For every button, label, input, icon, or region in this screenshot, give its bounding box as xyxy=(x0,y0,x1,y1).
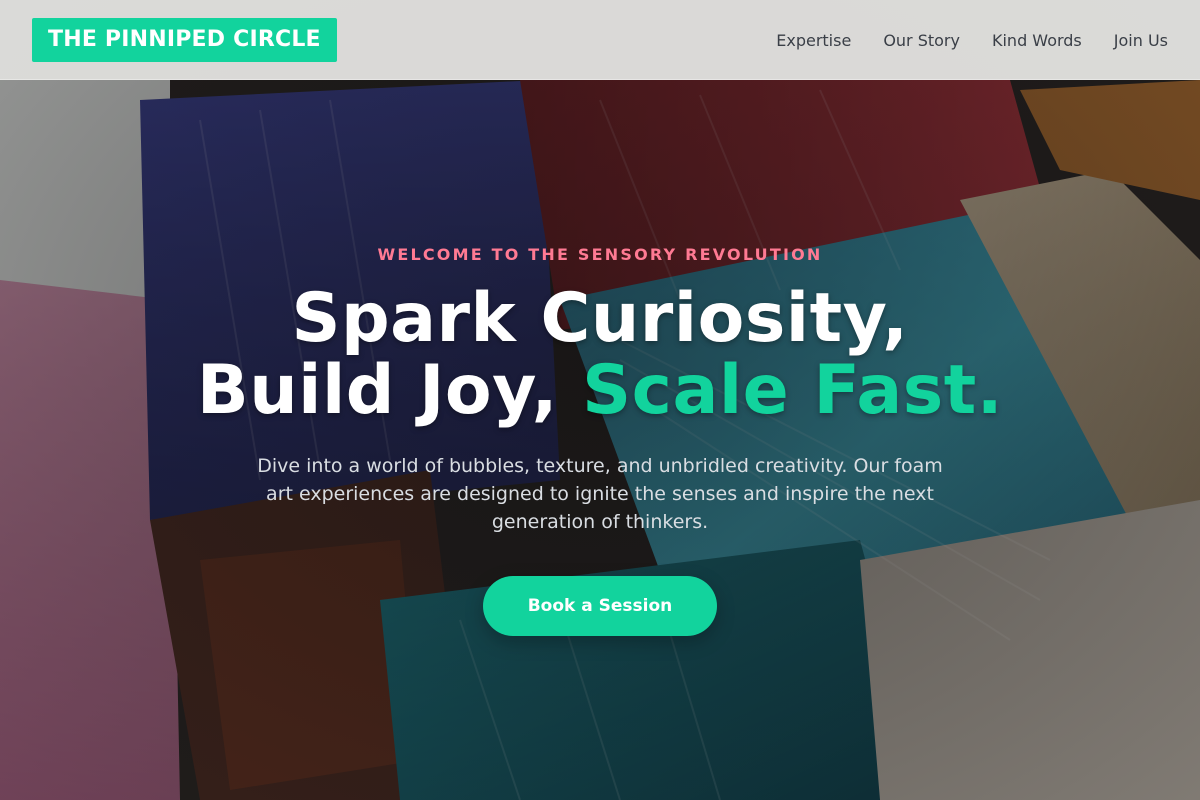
hero-section: WELCOME TO THE SENSORY REVOLUTION Spark … xyxy=(0,0,1200,800)
hero-eyebrow: WELCOME TO THE SENSORY REVOLUTION xyxy=(377,245,823,264)
hero-headline: Spark Curiosity, Build Joy, Scale Fast. xyxy=(0,283,1200,427)
book-session-button[interactable]: Book a Session xyxy=(483,576,717,636)
hero-lead-paragraph: Dive into a world of bubbles, texture, a… xyxy=(257,455,943,533)
headline-accent: Scale Fast. xyxy=(582,351,1004,430)
headline-line-2-plain: Build Joy, xyxy=(196,351,583,430)
headline-line-2: Build Joy, Scale Fast. xyxy=(0,355,1200,427)
headline-line-1: Spark Curiosity, xyxy=(291,279,909,358)
